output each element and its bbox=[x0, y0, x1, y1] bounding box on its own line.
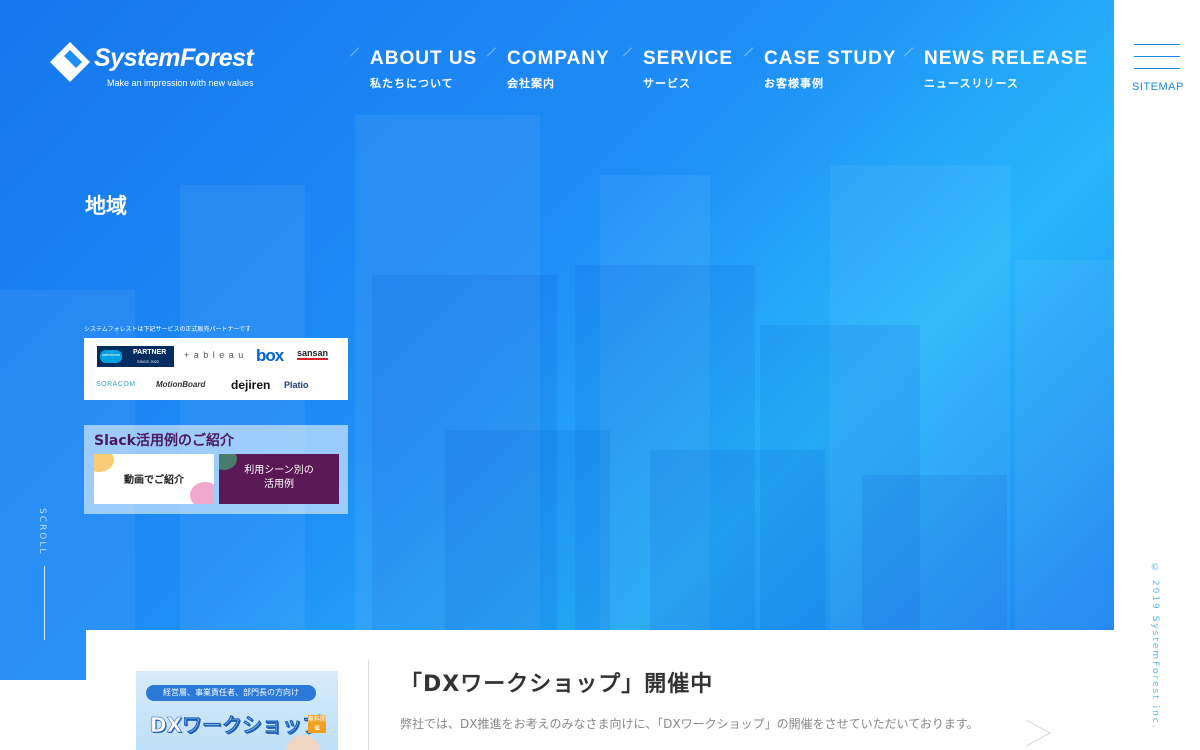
nav-news-release[interactable]: NEWS RELEASE ニュースリリース bbox=[903, 47, 1089, 91]
nav-company[interactable]: COMPANY 会社案内 bbox=[486, 47, 610, 91]
nav-service[interactable]: SERVICE サービス bbox=[622, 47, 734, 91]
logo-mark-icon bbox=[50, 42, 90, 82]
thumbnail-subtitle: 経営層、事業責任者、部門長の方向け bbox=[146, 685, 316, 701]
logo-wordmark: SystemForest bbox=[94, 44, 254, 72]
sansan-logo: sansan bbox=[297, 348, 329, 360]
nav-label-en: NEWS RELEASE bbox=[924, 48, 1089, 69]
nav-slash-icon bbox=[486, 47, 497, 57]
nav-slash-icon bbox=[743, 47, 754, 57]
page-background bbox=[0, 680, 86, 750]
site-logo[interactable]: SystemForest Make an impression with new… bbox=[50, 42, 280, 90]
scroll-indicator-line bbox=[44, 566, 45, 640]
news-thumbnail[interactable]: 経営層、事業責任者、部門長の方向け DXワークショップ 無料開催 bbox=[136, 671, 338, 750]
nav-about-us[interactable]: ABOUT US 私たちについて bbox=[349, 47, 478, 91]
slack-video-label: 動画でご紹介 bbox=[124, 475, 184, 486]
salesforce-partner-logo: salesforce PARTNER SINCE 2022 bbox=[97, 346, 174, 367]
nav-label-ja: 会社案内 bbox=[507, 77, 555, 90]
sitemap-link[interactable]: SITEMAP bbox=[1132, 81, 1184, 93]
partner-caption: システムフォレストは下記サービスの正式販売パートナーです bbox=[84, 326, 252, 333]
card-divider bbox=[368, 660, 369, 750]
slack-scene-label: 利用シーン別の 活用例 bbox=[244, 465, 314, 490]
partner-logos-banner[interactable]: salesforce PARTNER SINCE 2022 + a b l e … bbox=[84, 338, 348, 400]
slack-scene-examples-button[interactable]: 利用シーン別の 活用例 bbox=[219, 454, 339, 504]
dejiren-logo: dejiren bbox=[231, 378, 271, 392]
slack-panel-title: Slack活用例のご紹介 bbox=[94, 433, 234, 449]
hero-section: SystemForest Make an impression with new… bbox=[0, 0, 1114, 680]
tableau-logo: + a b l e a u bbox=[184, 350, 245, 360]
nav-slash-icon bbox=[903, 47, 914, 57]
thumbnail-title: DXワークショップ bbox=[150, 713, 323, 738]
hamburger-menu-icon[interactable] bbox=[1134, 44, 1180, 70]
nav-label-en: ABOUT US bbox=[370, 48, 478, 69]
scroll-indicator-label: SCROLL bbox=[37, 508, 47, 556]
nav-slash-icon bbox=[349, 47, 360, 57]
nav-label-ja: お客様事例 bbox=[764, 77, 824, 90]
nav-slash-icon bbox=[622, 47, 633, 57]
nav-label-en: COMPANY bbox=[507, 48, 610, 69]
logo-tagline: Make an impression with new values bbox=[107, 78, 254, 88]
nav-label-en: SERVICE bbox=[643, 48, 734, 69]
nav-label-ja: 私たちについて bbox=[370, 77, 454, 90]
soracom-logo: SORACOM bbox=[96, 381, 136, 388]
page-title: 地域 bbox=[85, 194, 127, 218]
bg-building bbox=[1015, 260, 1114, 680]
box-logo: box bbox=[256, 346, 284, 365]
news-card[interactable]: 経営層、事業責任者、部門長の方向け DXワークショップ 無料開催 「DXワークシ… bbox=[86, 630, 1114, 750]
nav-case-study[interactable]: CASE STUDY お客様事例 bbox=[743, 47, 897, 91]
nav-label-ja: ニュースリリース bbox=[924, 77, 1019, 90]
slack-video-button[interactable]: 動画でご紹介 bbox=[94, 454, 214, 504]
news-title[interactable]: 「DXワークショップ」開催中 bbox=[400, 666, 713, 698]
platio-logo: Platio bbox=[284, 380, 309, 390]
copyright: © 2019 SystemForest inc. bbox=[1150, 563, 1160, 730]
motionboard-logo: MotionBoard bbox=[156, 380, 206, 389]
news-body: 弊社では、DX推進をお考えのみなさま向けに、「DXワークショップ」の開催をさせて… bbox=[400, 717, 979, 731]
nav-label-en: CASE STUDY bbox=[764, 48, 897, 69]
nav-label-ja: サービス bbox=[643, 77, 691, 90]
slack-usage-panel: Slack活用例のご紹介 動画でご紹介 利用シーン別の 活用例 bbox=[84, 425, 348, 514]
thumbnail-badge: 無料開催 bbox=[308, 715, 327, 733]
chevron-right-icon[interactable] bbox=[1020, 716, 1054, 750]
